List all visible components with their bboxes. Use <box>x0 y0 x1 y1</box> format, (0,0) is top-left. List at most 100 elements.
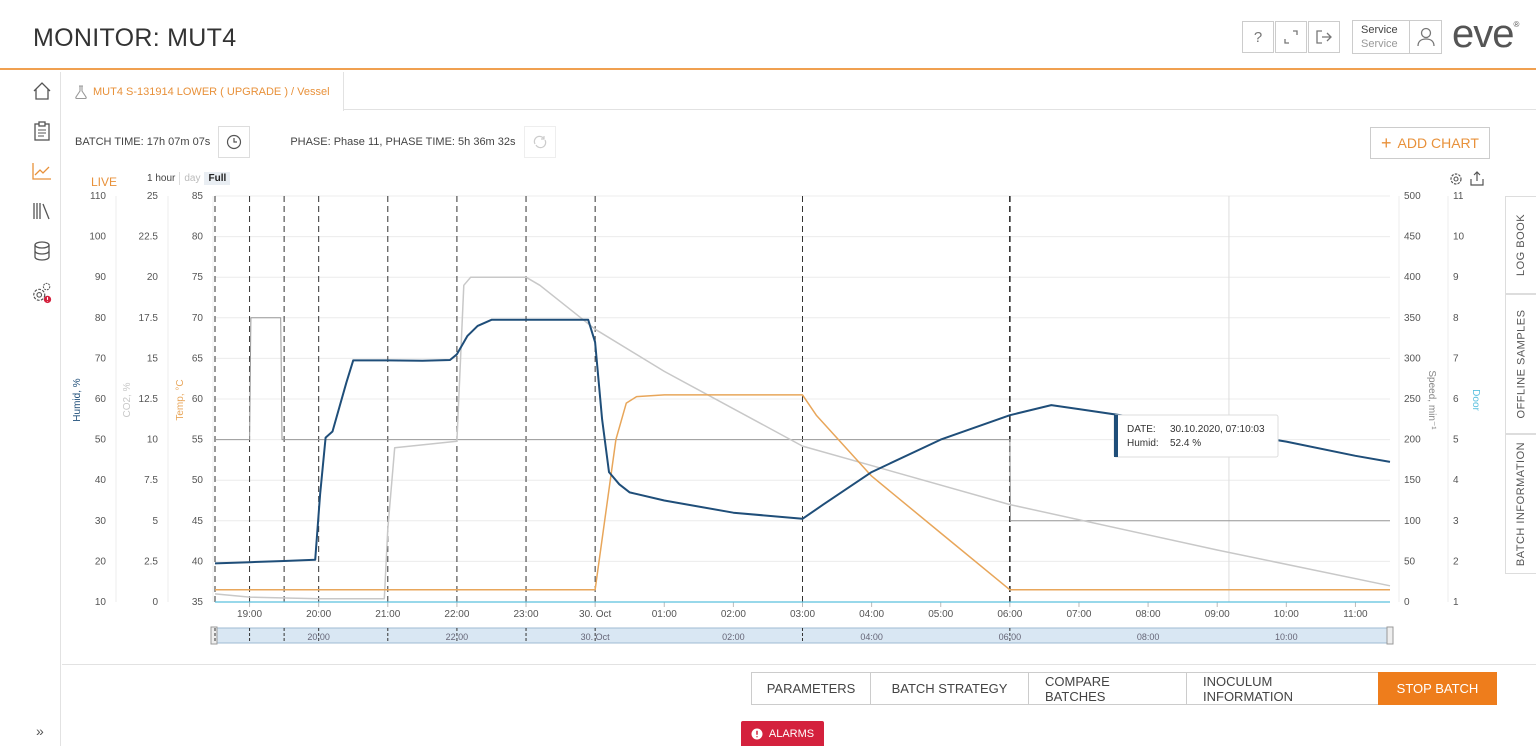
axis-tick-label: 9 <box>1453 272 1459 283</box>
settings-alert-icon[interactable] <box>31 282 53 304</box>
help-icon: ? <box>1253 28 1263 46</box>
chart-axes: 102030405060708090100110Humid, %02.557.5… <box>72 191 1481 620</box>
axis-tick-label: 50 <box>95 435 107 446</box>
x-tick-label: 05:00 <box>928 609 953 620</box>
compare-batches-button[interactable]: COMPARE BATCHES <box>1029 673 1187 704</box>
tab-offline-samples[interactable]: OFFLINE SAMPLES <box>1505 294 1536 434</box>
fullscreen-icon <box>1284 30 1298 44</box>
tooltip-date-text: 30.10.2020, 07:10:03 <box>1170 424 1265 435</box>
trend-chart-icon[interactable] <box>31 160 53 182</box>
axis-tick-label: 450 <box>1404 232 1421 243</box>
tooltip-value-text: 52.4 % <box>1170 438 1201 449</box>
axis-tick-label: 11 <box>1453 191 1464 202</box>
axis-tick-label: 7.5 <box>144 475 158 486</box>
add-chart-button[interactable]: + ADD CHART <box>1370 127 1490 159</box>
axis-tick-label: 20 <box>147 272 159 283</box>
axis-title: Speed, min⁻¹ <box>1426 370 1437 430</box>
parameters-button[interactable]: PARAMETERS <box>752 673 871 704</box>
action-bar: PARAMETERS BATCH STRATEGY COMPARE BATCHE… <box>751 672 1379 705</box>
tooltip-value-label: Humid: <box>1127 438 1159 449</box>
live-indicator: LIVE <box>91 175 118 189</box>
alert-icon <box>751 728 763 739</box>
database-icon[interactable] <box>31 240 53 262</box>
library-icon[interactable] <box>31 200 53 222</box>
axis-tick-label: 30 <box>95 516 107 527</box>
phase-refresh-button[interactable] <box>523 126 556 158</box>
x-tick-label: 06:00 <box>997 609 1022 620</box>
tab-batch-information[interactable]: BATCH INFORMATION <box>1505 434 1536 574</box>
axis-tick-label: 250 <box>1404 394 1421 405</box>
expand-sidebar-icon[interactable]: » <box>36 723 44 739</box>
tab-vessel[interactable]: MUT4 S-131914 LOWER ( UPGRADE ) / Vessel <box>62 72 344 111</box>
axis-tick-label: 300 <box>1404 353 1421 364</box>
logout-icon <box>1316 30 1332 44</box>
axis-tick-label: 10 <box>95 597 107 608</box>
alarms-button[interactable]: ALARMS <box>741 721 824 746</box>
axis-tick-label: 65 <box>192 353 204 364</box>
axis-tick-label: 22.5 <box>139 232 159 243</box>
tab-log-book[interactable]: LOG BOOK <box>1505 196 1536 294</box>
axis-tick-label: 110 <box>90 191 106 202</box>
navigator-tick-label: 20:00 <box>307 632 330 642</box>
axis-tick-label: 15 <box>147 353 159 364</box>
axis-tick-label: 60 <box>192 394 204 405</box>
axis-tick-label: 70 <box>95 353 107 364</box>
x-tick-label: 19:00 <box>237 609 262 620</box>
navigator-tick-label: 10:00 <box>1275 632 1298 642</box>
axis-title: Humid, % <box>72 378 83 421</box>
axis-tick-label: 60 <box>95 394 107 405</box>
clipboard-icon[interactable] <box>31 120 53 142</box>
user-avatar-icon <box>1409 21 1442 53</box>
navigator-handle-right <box>1386 626 1394 645</box>
axis-tick-label: 50 <box>1404 556 1416 567</box>
tab-vessel-label: MUT4 S-131914 LOWER ( UPGRADE ) / Vessel <box>93 85 330 98</box>
axis-tick-label: 4 <box>1453 475 1459 486</box>
x-tick-label: 22:00 <box>444 609 469 620</box>
navigator-tick-label: 06:00 <box>999 632 1022 642</box>
axis-tick-label: 3 <box>1453 516 1459 527</box>
chart-settings-icon[interactable] <box>1449 172 1463 191</box>
user-role: Service <box>1361 24 1398 36</box>
axis-tick-label: 500 <box>1404 191 1421 202</box>
axis-tick-label: 55 <box>192 435 204 446</box>
help-button[interactable]: ? <box>1242 21 1274 53</box>
navigator-tick-label: 30. Oct <box>581 632 611 642</box>
axis-tick-label: 0 <box>1404 597 1410 608</box>
axis-tick-label: 10 <box>147 435 159 446</box>
tooltip-accent <box>1114 415 1118 457</box>
refresh-icon <box>533 135 546 149</box>
clock-icon <box>227 134 242 150</box>
logout-button[interactable] <box>1308 21 1340 53</box>
axis-tick-label: 40 <box>95 475 107 486</box>
clock-button[interactable] <box>218 126 251 158</box>
alarms-label: ALARMS <box>768 727 815 740</box>
export-icon[interactable] <box>1470 171 1484 191</box>
trend-chart[interactable]: 102030405060708090100110Humid, %02.557.5… <box>0 0 1536 746</box>
user-name: Service <box>1361 38 1398 50</box>
axis-tick-label: 10 <box>1453 232 1465 243</box>
batch-info-bar: BATCH TIME: 17h 07m 07s PHASE: Phase 11,… <box>75 126 556 158</box>
batch-strategy-button[interactable]: BATCH STRATEGY <box>871 673 1029 704</box>
range-full[interactable]: Full <box>204 172 231 185</box>
x-tick-label: 03:00 <box>790 609 815 620</box>
axis-title: CO2, % <box>122 382 133 417</box>
home-icon[interactable] <box>31 80 53 102</box>
axis-tick-label: 200 <box>1404 435 1421 446</box>
tooltip-date-label: DATE: <box>1127 424 1156 435</box>
x-tick-label: 20:00 <box>306 609 331 620</box>
range-1-hour[interactable]: 1 hour <box>143 172 179 185</box>
divider <box>62 664 1536 665</box>
fullscreen-button[interactable] <box>1275 21 1307 53</box>
axis-tick-label: 5 <box>152 516 158 527</box>
axis-tick-label: 35 <box>192 597 204 608</box>
inoculum-information-button[interactable]: INOCULUM INFORMATION <box>1187 673 1378 704</box>
flask-icon <box>75 84 87 99</box>
axis-tick-label: 75 <box>192 272 204 283</box>
user-menu[interactable]: Service Service <box>1352 20 1442 54</box>
stop-batch-button[interactable]: STOP BATCH <box>1378 672 1497 705</box>
time-navigator: 20:00 22:00 30. Oct 02:00 04:00 06:00 08:00 10:… <box>210 626 1394 645</box>
x-tick-label: 30. Oct <box>579 609 611 620</box>
range-day[interactable]: day <box>179 172 204 185</box>
x-tick-label: 01:00 <box>652 609 677 620</box>
navigator-tick-label: 02:00 <box>722 632 745 642</box>
